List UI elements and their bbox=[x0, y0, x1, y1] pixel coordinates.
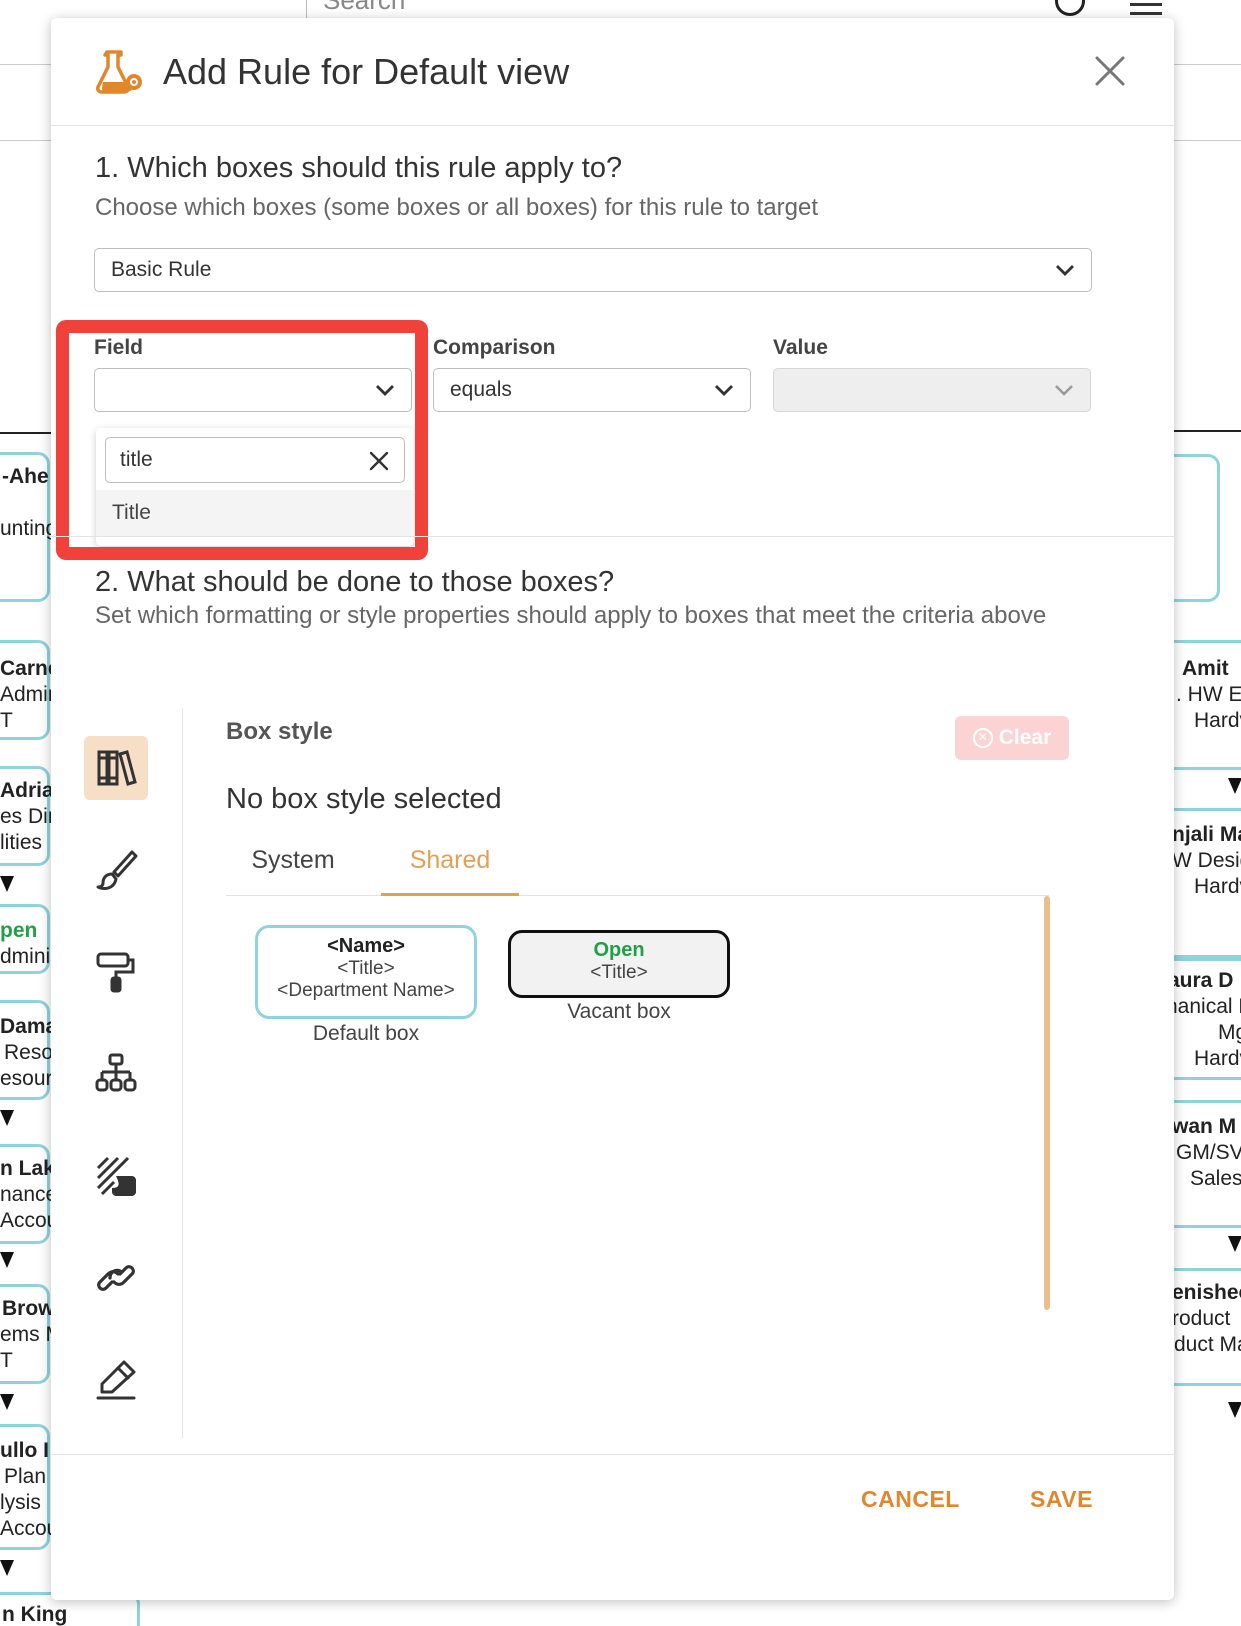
org-card-dept: T bbox=[0, 709, 13, 732]
org-card-title: W Desig bbox=[1172, 849, 1241, 872]
annotation-highlight-box bbox=[56, 320, 428, 560]
vacant-box-style-card[interactable]: Open <Title> bbox=[508, 930, 730, 998]
comparison-label: Comparison bbox=[433, 336, 556, 359]
close-icon[interactable] bbox=[1093, 54, 1127, 88]
org-card-name: Brow bbox=[2, 1297, 55, 1320]
background-search-input[interactable]: Search bbox=[306, 0, 1106, 20]
org-card-dept: Hardv bbox=[1194, 709, 1241, 732]
save-button[interactable]: SAVE bbox=[1030, 1486, 1093, 1513]
style-category-rail bbox=[81, 708, 183, 1438]
clear-button-label: Clear bbox=[998, 726, 1052, 749]
org-card-name: aura D bbox=[1168, 969, 1234, 992]
org-card-dept: lysis bbox=[0, 1491, 41, 1514]
vacant-box-caption: Vacant box bbox=[567, 1000, 671, 1023]
tab-shared[interactable]: Shared bbox=[381, 846, 519, 896]
org-card-name: wan M bbox=[1172, 1115, 1237, 1138]
expand-arrow-icon[interactable] bbox=[0, 1394, 14, 1410]
org-card-dept: Hardv bbox=[1194, 1047, 1241, 1070]
pen-icon[interactable] bbox=[84, 1348, 148, 1412]
org-card-dept: Accou bbox=[0, 1517, 59, 1540]
org-card-title: nance bbox=[0, 1183, 58, 1206]
org-card-title: . HW En bbox=[1176, 683, 1241, 706]
org-card-title: unting bbox=[0, 517, 58, 540]
box-style-tabs: System Shared bbox=[226, 838, 1049, 896]
org-card-name: Amit bbox=[1182, 657, 1229, 680]
pattern-icon[interactable] bbox=[84, 1144, 148, 1208]
org-card-name: Dama bbox=[0, 1015, 58, 1038]
org-card-title: Plan bbox=[4, 1465, 47, 1488]
footer-divider bbox=[51, 1454, 1174, 1455]
box-style-label: Box style bbox=[226, 718, 333, 745]
expand-arrow-icon[interactable] bbox=[1228, 1236, 1241, 1252]
scrollbar[interactable] bbox=[1044, 896, 1050, 1310]
org-card-name: enishec bbox=[1172, 1281, 1241, 1304]
chevron-down-icon bbox=[1055, 385, 1073, 396]
org-card-title: Mg bbox=[1218, 1021, 1241, 1044]
tab-system[interactable]: System bbox=[243, 846, 343, 896]
org-card-name: ullo I bbox=[0, 1439, 49, 1462]
hierarchy-icon[interactable] bbox=[84, 1042, 148, 1106]
style-card-title: <Title> bbox=[337, 958, 395, 979]
org-card-name: n King bbox=[2, 1603, 68, 1626]
org-card-dept: Accou bbox=[0, 1209, 59, 1232]
dialog-title: Add Rule for Default view bbox=[163, 51, 570, 92]
org-card-open: pen bbox=[0, 919, 38, 942]
rule-type-value: Basic Rule bbox=[111, 258, 212, 281]
cancel-button[interactable]: CANCEL bbox=[861, 1486, 960, 1513]
default-box-caption: Default box bbox=[312, 1022, 420, 1045]
org-card-title: es Dir bbox=[0, 805, 55, 828]
section-divider bbox=[51, 536, 1174, 537]
org-card-name: Adria bbox=[0, 779, 54, 802]
dialog-header: Add Rule for Default view bbox=[51, 18, 1174, 126]
section2-subtitle: Set which formatting or style properties… bbox=[95, 602, 1047, 629]
org-card-title: Reso bbox=[4, 1041, 54, 1064]
org-card-name: -Ahe bbox=[2, 465, 49, 488]
section1-title: 1. Which boxes should this rule apply to… bbox=[95, 152, 623, 184]
paint-roller-icon[interactable] bbox=[84, 940, 148, 1004]
style-card-open: Open bbox=[593, 939, 645, 961]
expand-arrow-icon[interactable] bbox=[1228, 778, 1241, 794]
org-card-title: nanical E bbox=[1166, 995, 1241, 1018]
section2-title: 2. What should be done to those boxes? bbox=[95, 566, 615, 598]
chevron-down-icon bbox=[1056, 265, 1074, 276]
org-card-title: roduct bbox=[1172, 1307, 1231, 1330]
expand-arrow-icon[interactable] bbox=[1228, 1402, 1241, 1418]
section1-subtitle: Choose which boxes (some boxes or all bo… bbox=[95, 194, 819, 221]
style-card-name: <Name> bbox=[327, 935, 405, 957]
add-rule-dialog: Add Rule for Default view 1. Which boxes… bbox=[51, 18, 1174, 1600]
expand-arrow-icon[interactable] bbox=[0, 1252, 14, 1268]
org-card-dept: Hardv bbox=[1194, 875, 1241, 898]
no-box-style-message: No box style selected bbox=[226, 783, 502, 815]
org-card-dept: esour bbox=[0, 1067, 53, 1090]
expand-arrow-icon[interactable] bbox=[0, 1560, 14, 1576]
rule-type-select[interactable]: Basic Rule bbox=[94, 248, 1092, 292]
org-card-dept: lities bbox=[0, 831, 43, 854]
brush-icon[interactable] bbox=[84, 838, 148, 902]
org-card-name: n Lak bbox=[0, 1157, 55, 1180]
books-icon[interactable] bbox=[84, 736, 148, 800]
org-card-name: njali Ma bbox=[1172, 823, 1241, 846]
expand-arrow-icon[interactable] bbox=[0, 1110, 14, 1126]
style-card-title: <Title> bbox=[590, 962, 648, 983]
org-card-dept: T bbox=[0, 1349, 13, 1372]
org-card-dept: duct Ma bbox=[1174, 1333, 1241, 1356]
default-box-style-card[interactable]: <Name> <Title> <Department Name> bbox=[255, 925, 477, 1019]
link-icon[interactable] bbox=[84, 1246, 148, 1310]
clear-button[interactable]: ✕ Clear bbox=[955, 716, 1069, 760]
value-label: Value bbox=[773, 336, 828, 359]
flask-gear-icon bbox=[96, 50, 142, 94]
style-card-department: <Department Name> bbox=[277, 980, 455, 1001]
clear-circle-icon: ✕ bbox=[972, 728, 993, 748]
value-select[interactable] bbox=[773, 368, 1091, 412]
comparison-select[interactable]: equals bbox=[433, 368, 751, 412]
expand-arrow-icon[interactable] bbox=[0, 876, 14, 892]
comparison-value: equals bbox=[450, 378, 512, 401]
filter-icon[interactable] bbox=[1130, 0, 1170, 18]
org-card-title: GM/SVI bbox=[1176, 1141, 1241, 1164]
org-card-dept: Sales bbox=[1190, 1167, 1241, 1190]
chevron-down-icon bbox=[715, 385, 733, 396]
